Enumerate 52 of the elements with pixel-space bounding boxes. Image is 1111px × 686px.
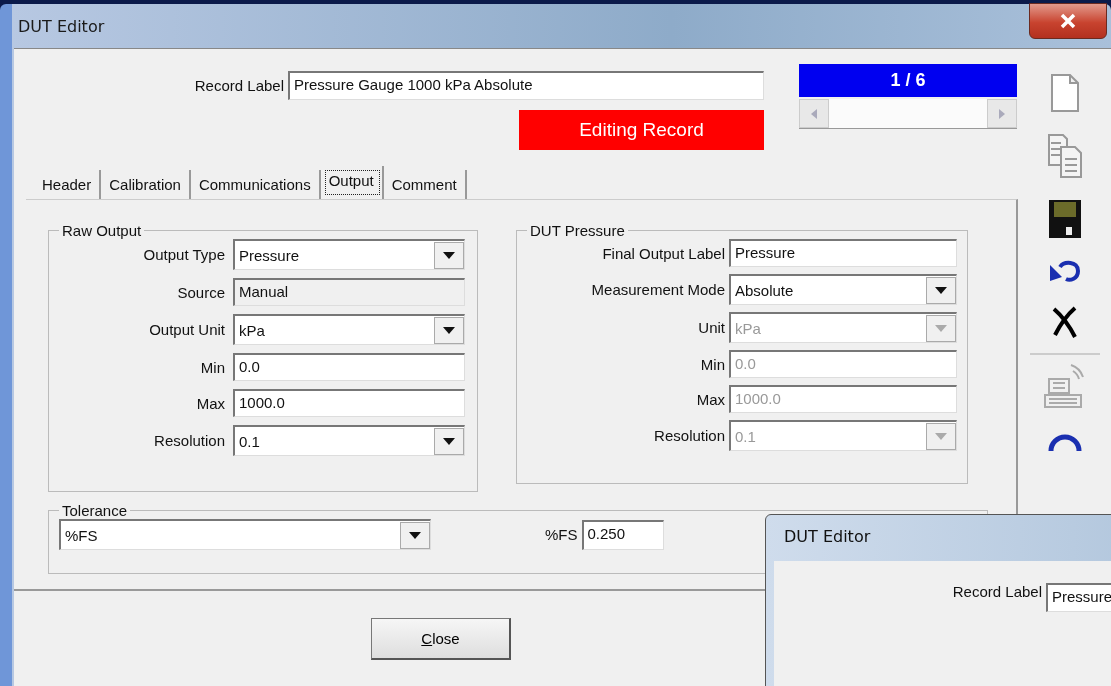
window-title: DUT Editor [783, 526, 872, 548]
field-label: Final Output Label [601, 244, 725, 262]
undo-icon[interactable] [1047, 259, 1082, 285]
field-label: Resolution [153, 432, 225, 449]
dropdown-field[interactable]: kPa [233, 314, 465, 345]
save-icon[interactable] [1047, 199, 1082, 239]
copy-icon[interactable] [1046, 133, 1083, 179]
caret-icon [935, 286, 947, 294]
input-field[interactable]: 0.0 [233, 353, 465, 381]
caret-icon [443, 326, 455, 334]
field-label: Resolution [653, 427, 725, 444]
caret-icon [935, 432, 947, 440]
record-label-field[interactable]: Pressure Gauge 1000 kPa Absolute [288, 71, 764, 100]
scroll-left-icon[interactable] [811, 108, 817, 119]
record-label-label: Record Label [194, 77, 284, 94]
field-label: Output Unit [148, 321, 225, 338]
field-label: Min [699, 355, 725, 373]
record-label-label: Record Label [952, 583, 1042, 600]
dropdown-field[interactable]: Absolute [729, 274, 957, 305]
editing-status: Editing Record [519, 110, 764, 150]
group-title: Tolerance [61, 502, 129, 519]
record-label-field[interactable]: Pressure [1046, 583, 1111, 612]
window-title: DUT Editor [18, 16, 105, 36]
field-label: Source [176, 283, 225, 301]
record-counter: 1 / 6 [799, 64, 1017, 97]
field-label: Max [695, 390, 725, 408]
field-label: Max [195, 394, 225, 412]
close-button[interactable]: Close [371, 617, 511, 660]
caret-icon [443, 251, 455, 259]
input-field[interactable]: 1000.0 [233, 389, 465, 417]
caret-icon [409, 531, 421, 539]
field-label: %FS [545, 526, 578, 543]
caret-icon [935, 324, 947, 332]
readonly-field: Manual [233, 278, 465, 306]
group-title: DUT Pressure [529, 222, 626, 239]
dropdown-field[interactable]: %FS [59, 519, 431, 550]
field-label: Measurement Mode [590, 281, 725, 298]
field-label: Min [199, 358, 225, 376]
field-label: Output Type [142, 246, 225, 263]
scroll-right-icon[interactable] [999, 108, 1005, 119]
record-scrollbar[interactable] [799, 99, 1017, 129]
dropdown-field[interactable]: 0.1 [233, 425, 465, 456]
close-icon[interactable] [1029, 3, 1107, 39]
input-field[interactable]: Pressure [729, 239, 957, 267]
caret-icon [443, 437, 455, 445]
input-field[interactable]: 0.250 [581, 519, 664, 550]
dropdown-field[interactable]: Pressure [233, 239, 465, 270]
delete-icon[interactable] [1050, 305, 1079, 339]
group-title: Raw Output [61, 222, 143, 239]
keyboard-signal-icon[interactable] [1042, 361, 1087, 411]
new-document-icon[interactable] [1049, 73, 1080, 113]
field-label: Unit [697, 319, 725, 336]
